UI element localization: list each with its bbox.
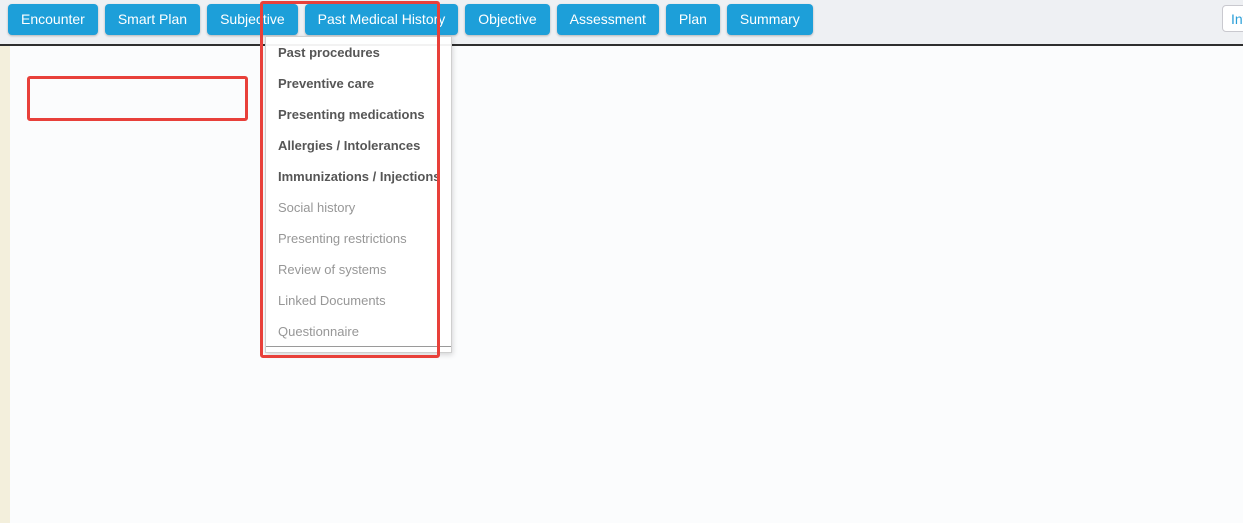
nav-tab-subjective[interactable]: Subjective: [207, 4, 298, 35]
content-area: [10, 46, 1243, 523]
menu-item-review-of-systems[interactable]: Review of systems: [266, 254, 451, 285]
nav-tab-summary[interactable]: Summary: [727, 4, 813, 35]
left-margin-strip: [0, 46, 10, 523]
nav-tab-smart-plan[interactable]: Smart Plan: [105, 4, 200, 35]
nav-tabs: Encounter Smart Plan Subjective Past Med…: [8, 4, 813, 35]
menu-item-linked-documents[interactable]: Linked Documents: [266, 285, 451, 316]
top-navbar: Encounter Smart Plan Subjective Past Med…: [0, 0, 1243, 44]
ehr-screen: Encounter Smart Plan Subjective Past Med…: [0, 0, 1243, 523]
nav-tab-encounter[interactable]: Encounter: [8, 4, 98, 35]
menu-item-social-history[interactable]: Social history: [266, 192, 451, 223]
menu-item-allergies-intolerances[interactable]: Allergies / Intolerances: [266, 130, 451, 161]
nav-tab-assessment[interactable]: Assessment: [557, 4, 659, 35]
navbar-bottom-divider: [0, 44, 1243, 46]
menu-item-past-procedures[interactable]: Past procedures: [266, 37, 451, 68]
nav-tab-past-medical-history[interactable]: Past Medical History: [305, 4, 459, 35]
menu-item-presenting-medications[interactable]: Presenting medications: [266, 99, 451, 130]
menu-item-presenting-restrictions[interactable]: Presenting restrictions: [266, 223, 451, 254]
nav-tab-objective[interactable]: Objective: [465, 4, 549, 35]
menu-divider: [266, 346, 451, 347]
past-medical-history-dropdown-menu: Past procedures Preventive care Presenti…: [265, 36, 452, 353]
menu-item-questionnaire[interactable]: Questionnaire: [266, 316, 451, 347]
menu-item-immunizations-injections[interactable]: Immunizations / Injections: [266, 161, 451, 192]
menu-item-preventive-care[interactable]: Preventive care: [266, 68, 451, 99]
intake-button[interactable]: Int: [1222, 5, 1243, 32]
nav-tab-plan[interactable]: Plan: [666, 4, 720, 35]
